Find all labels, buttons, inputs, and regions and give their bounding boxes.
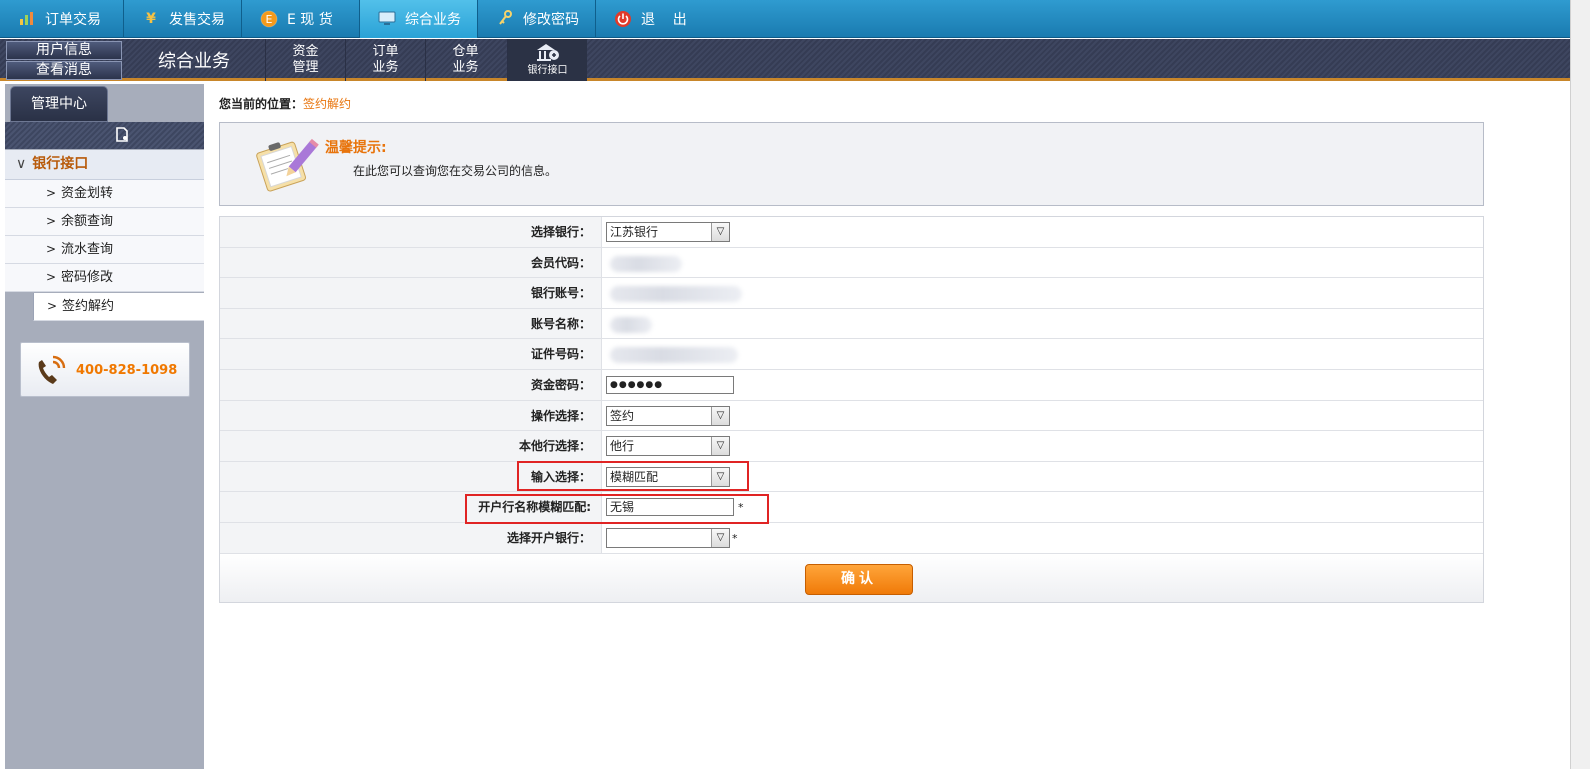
chevron-right-icon: > bbox=[46, 242, 57, 256]
highlight-input-mode bbox=[517, 461, 749, 491]
chevron-down-icon: ∨ bbox=[16, 156, 27, 172]
section-title: 综合业务 bbox=[158, 51, 230, 72]
bank-select[interactable]: 江苏银行 ▽ bbox=[606, 222, 730, 242]
subnav-order-business[interactable]: 订单 业务 bbox=[345, 39, 425, 81]
management-center-tab[interactable]: 管理中心 bbox=[10, 86, 108, 122]
phone-icon bbox=[38, 355, 66, 384]
sidebar-item-flow-query[interactable]: > 流水查询 bbox=[5, 236, 204, 264]
bank-account-value-redacted bbox=[610, 286, 742, 303]
sidebar-item-sign-unsign[interactable]: > 签约解约 bbox=[33, 293, 204, 321]
chevron-down-icon: ▽ bbox=[711, 223, 729, 241]
chevron-down-icon: ▽ bbox=[711, 528, 729, 547]
notepad-pencil-icon bbox=[256, 138, 319, 192]
bank-building-icon bbox=[536, 44, 559, 61]
sign-form: 选择银行： 江苏银行 ▽ 会员代码： 银行账号： 账号名称： 证件号码： 资金密码… bbox=[219, 216, 1484, 603]
row-operation: 操作选择： 签约 ▽ bbox=[220, 400, 1483, 432]
hotline-number: 400-828-1098 bbox=[76, 363, 178, 378]
yen-icon: ¥ bbox=[146, 11, 156, 27]
breadcrumb-current: 签约解约 bbox=[303, 97, 352, 111]
row-id-number: 证件号码： bbox=[220, 339, 1483, 370]
highlight-branch-fuzzy bbox=[465, 494, 769, 524]
subnav-bank-interface[interactable]: 银行接口 bbox=[507, 39, 587, 81]
scrollbar[interactable] bbox=[1570, 0, 1590, 769]
row-member-code: 会员代码： bbox=[220, 247, 1483, 279]
tip-text: 在此您可以查询您在交易公司的信息。 bbox=[353, 164, 558, 178]
chevron-right-icon: > bbox=[47, 299, 58, 313]
power-icon bbox=[614, 10, 632, 28]
chart-icon bbox=[18, 10, 36, 28]
row-bank-account: 银行账号： bbox=[220, 278, 1483, 309]
view-messages-button[interactable]: 查看消息 bbox=[6, 61, 122, 80]
tip-box: 温馨提示: 在此您可以查询您在交易公司的信息。 bbox=[219, 122, 1484, 206]
nav-order-trade[interactable]: 订单交易 bbox=[0, 0, 124, 38]
nav-general-business[interactable]: 综合业务 bbox=[360, 0, 478, 38]
fund-password-input[interactable]: ●●●●●● bbox=[606, 375, 734, 394]
hotline-banner: 400-828-1098 bbox=[20, 342, 190, 397]
row-branch-fuzzy: 开户行名称模糊匹配: 无锡 * bbox=[220, 492, 1483, 523]
left-sidebar: 管理中心 ∨ 银行接口 > 资金划转 > 余额查询 > 流水查询 > 密码修改 > 签约解约… bbox=[5, 84, 204, 769]
row-fund-password: 资金密码： ●●●●●● bbox=[220, 369, 1483, 401]
sidebar-item-balance-query[interactable]: > 余额查询 bbox=[5, 208, 204, 236]
sidebar-item-password-change[interactable]: > 密码修改 bbox=[5, 264, 204, 292]
subnav-warehouse-business[interactable]: 仓单 业务 bbox=[425, 39, 505, 81]
branch-bank-select[interactable]: ▽ bbox=[606, 527, 730, 548]
button-row: 确认 bbox=[220, 553, 1483, 602]
bank-scope-select[interactable]: 他行 ▽ bbox=[606, 436, 730, 457]
svg-text:E: E bbox=[266, 13, 273, 26]
sub-nav: 用户信息 查看消息 综合业务 资金 管理 订单 业务 仓单 业务 银行接口 bbox=[0, 39, 1570, 81]
required-mark: * bbox=[732, 531, 738, 545]
chevron-right-icon: > bbox=[46, 270, 57, 284]
chevron-right-icon: > bbox=[46, 214, 57, 228]
e-coin-icon: E bbox=[260, 10, 278, 28]
top-nav: 订单交易 ¥ 发售交易 E E 现 货 综合业务 修改密码 退 出 bbox=[0, 0, 1570, 38]
nav-issue-trade[interactable]: ¥ 发售交易 bbox=[124, 0, 242, 38]
breadcrumb: 您当前的位置：签约解约 bbox=[219, 97, 352, 111]
row-account-name: 账号名称： bbox=[220, 308, 1483, 340]
row-branch-bank: 选择开户银行： ▽ * bbox=[220, 522, 1483, 554]
nav-e-spot[interactable]: E E 现 货 bbox=[242, 0, 360, 38]
page-icon[interactable] bbox=[115, 127, 129, 146]
nav-logout[interactable]: 退 出 bbox=[596, 0, 714, 38]
sidebar-item-fund-transfer[interactable]: > 资金划转 bbox=[5, 180, 204, 208]
operation-select[interactable]: 签约 ▽ bbox=[606, 405, 730, 426]
row-bank: 选择银行： 江苏银行 ▽ bbox=[220, 217, 1483, 248]
row-input-mode: 输入选择： 模糊匹配 ▽ bbox=[220, 461, 1483, 493]
key-icon bbox=[496, 10, 514, 28]
tip-title: 温馨提示: bbox=[325, 140, 387, 156]
user-info-button[interactable]: 用户信息 bbox=[6, 41, 122, 60]
chevron-right-icon: > bbox=[46, 186, 57, 200]
sidebar-toolbar bbox=[5, 122, 204, 149]
chevron-down-icon: ▽ bbox=[711, 437, 729, 456]
confirm-button[interactable]: 确认 bbox=[805, 563, 913, 595]
row-bank-scope: 本他行选择： 他行 ▽ bbox=[220, 431, 1483, 462]
account-name-value-redacted bbox=[610, 316, 652, 333]
nav-change-password[interactable]: 修改密码 bbox=[478, 0, 596, 38]
sidebar-group-bank-interface[interactable]: ∨ 银行接口 bbox=[5, 150, 204, 180]
subnav-fund-management[interactable]: 资金 管理 bbox=[265, 39, 345, 81]
id-number-value-redacted bbox=[610, 347, 738, 364]
member-code-value-redacted bbox=[610, 255, 682, 272]
chevron-down-icon: ▽ bbox=[711, 406, 729, 425]
monitor-icon bbox=[378, 10, 396, 28]
